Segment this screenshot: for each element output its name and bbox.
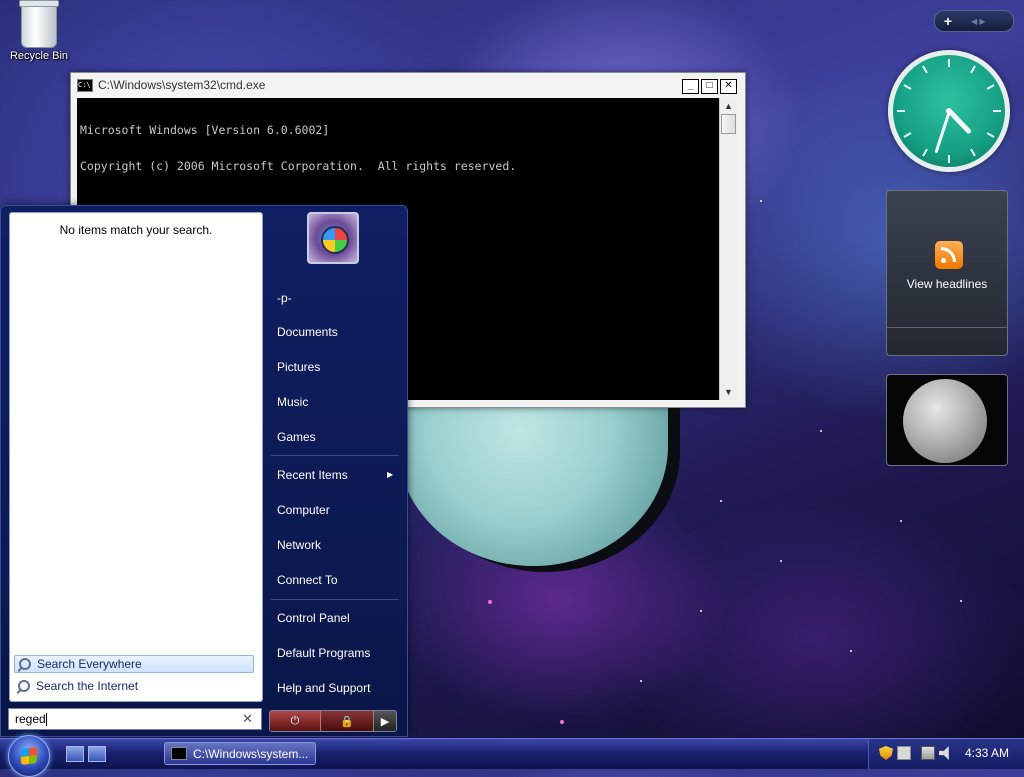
clock-tick xyxy=(993,110,1001,112)
windows-logo-icon xyxy=(321,226,349,254)
scroll-up-arrow-icon[interactable]: ▲ xyxy=(720,98,737,114)
switch-windows-icon[interactable] xyxy=(88,746,106,762)
clock-tick xyxy=(922,65,928,74)
sidebar-controls: + ◀ ▶ xyxy=(934,10,1014,32)
clock-tick xyxy=(970,65,976,74)
feed-headlines-gadget[interactable]: View headlines xyxy=(886,190,1008,356)
search-link-label: Search the Internet xyxy=(36,679,139,693)
slideshow-gadget[interactable] xyxy=(886,374,1008,466)
user-picture[interactable] xyxy=(307,212,359,264)
taskbar: C:\Windows\system... 4:33 AM xyxy=(0,735,1024,777)
submenu-arrow-icon: ▶ xyxy=(387,470,394,479)
no-results-message: No items match your search. xyxy=(59,223,213,237)
power-icon: ⏻ xyxy=(290,714,300,727)
lock-button[interactable]: 🔒 xyxy=(320,711,373,731)
gadget-nav-arrows-icon[interactable]: ◀ ▶ xyxy=(971,17,986,26)
menu-item-documents[interactable]: Documents xyxy=(277,325,338,339)
clock-tick xyxy=(970,148,976,157)
start-search-input[interactable]: reged ✕ xyxy=(8,708,262,730)
recycle-bin[interactable]: Recycle Bin xyxy=(4,0,74,62)
menu-item-control-panel[interactable]: Control Panel xyxy=(277,611,350,625)
search-icon xyxy=(19,658,31,670)
clock-time[interactable]: 4:33 AM xyxy=(965,746,1009,760)
power-button[interactable]: ⏻ xyxy=(270,711,320,731)
show-desktop-icon[interactable] xyxy=(66,746,84,762)
close-button[interactable]: ✕ xyxy=(720,79,737,94)
vertical-scrollbar[interactable]: ▲ ▼ xyxy=(719,98,737,400)
notification-area: 4:33 AM xyxy=(868,739,1024,769)
cmd-title: C:\Windows\system32\cmd.exe xyxy=(98,78,266,92)
start-menu-right-pane: -p- Documents Pictures Music Games Recen… xyxy=(263,206,405,736)
console-line: Microsoft Windows [Version 6.0.6002] xyxy=(80,123,330,137)
arrow-right-icon: ▶ xyxy=(380,715,390,728)
search-input-value: reged xyxy=(15,712,46,726)
menu-item-pictures[interactable]: Pictures xyxy=(277,360,320,374)
rss-icon xyxy=(935,241,963,269)
lock-icon: 🔒 xyxy=(340,715,354,728)
clock-center xyxy=(946,108,952,114)
console-line: Copyright (c) 2006 Microsoft Corporation… xyxy=(80,159,517,173)
scroll-down-arrow-icon[interactable]: ▼ xyxy=(720,384,737,400)
cmd-window-icon: C:\ xyxy=(77,78,93,92)
minimize-button[interactable]: _ xyxy=(682,79,699,94)
clock-tick xyxy=(897,110,905,112)
taskbar-button-label: C:\Windows\system... xyxy=(193,746,309,761)
recycle-bin-icon xyxy=(19,0,59,48)
menu-item-help-and-support[interactable]: Help and Support xyxy=(277,681,370,695)
power-controls: ⏻ 🔒 ▶ xyxy=(269,710,397,732)
tray-app-icon[interactable] xyxy=(897,746,911,760)
start-button[interactable] xyxy=(8,735,50,777)
menu-item-recent-items[interactable]: Recent Items ▶ xyxy=(277,468,397,482)
moon-image xyxy=(903,379,987,463)
menu-separator xyxy=(271,455,399,456)
feed-divider xyxy=(887,327,1007,328)
power-options-button[interactable]: ▶ xyxy=(373,711,396,731)
menu-item-games[interactable]: Games xyxy=(277,430,316,444)
search-link-label: Search Everywhere xyxy=(37,657,142,671)
menu-separator xyxy=(271,599,399,600)
clock-gadget[interactable] xyxy=(888,50,1010,172)
menu-item-music[interactable]: Music xyxy=(277,395,308,409)
search-results-pane: No items match your search. Search Every… xyxy=(9,212,263,702)
cmd-titlebar[interactable]: C:\ C:\Windows\system32\cmd.exe xyxy=(71,73,745,97)
menu-item-network[interactable]: Network xyxy=(277,538,321,552)
menu-item-user[interactable]: -p- xyxy=(277,291,292,305)
menu-item-label: Recent Items xyxy=(277,468,348,482)
clock-tick xyxy=(948,155,950,163)
menu-item-computer[interactable]: Computer xyxy=(277,503,330,517)
clock-tick xyxy=(986,84,995,90)
search-internet-link[interactable]: Search the Internet xyxy=(14,677,254,695)
menu-item-default-programs[interactable]: Default Programs xyxy=(277,646,370,660)
clear-search-icon[interactable]: ✕ xyxy=(242,709,253,729)
clock-minute-hand xyxy=(933,110,951,154)
search-icon xyxy=(18,680,30,692)
recycle-bin-label: Recycle Bin xyxy=(9,50,69,62)
view-headlines-label: View headlines xyxy=(906,277,988,291)
network-icon[interactable] xyxy=(921,746,935,760)
windows-logo-icon xyxy=(21,747,37,765)
search-everywhere-link[interactable]: Search Everywhere xyxy=(14,655,254,673)
clock-tick xyxy=(986,132,995,138)
scroll-thumb[interactable] xyxy=(721,114,736,134)
clock-tick xyxy=(903,84,912,90)
cmd-window-icon xyxy=(171,747,187,760)
clock-tick xyxy=(922,148,928,157)
taskbar-button-cmd[interactable]: C:\Windows\system... xyxy=(164,742,316,765)
maximize-button[interactable]: □ xyxy=(701,79,718,94)
shield-icon[interactable] xyxy=(879,746,893,760)
add-gadget-button[interactable]: + xyxy=(935,13,961,29)
start-menu: No items match your search. Search Every… xyxy=(0,205,408,737)
clock-tick xyxy=(948,59,950,67)
menu-item-connect-to[interactable]: Connect To xyxy=(277,573,338,587)
clock-tick xyxy=(903,132,912,138)
volume-icon[interactable] xyxy=(939,746,949,760)
